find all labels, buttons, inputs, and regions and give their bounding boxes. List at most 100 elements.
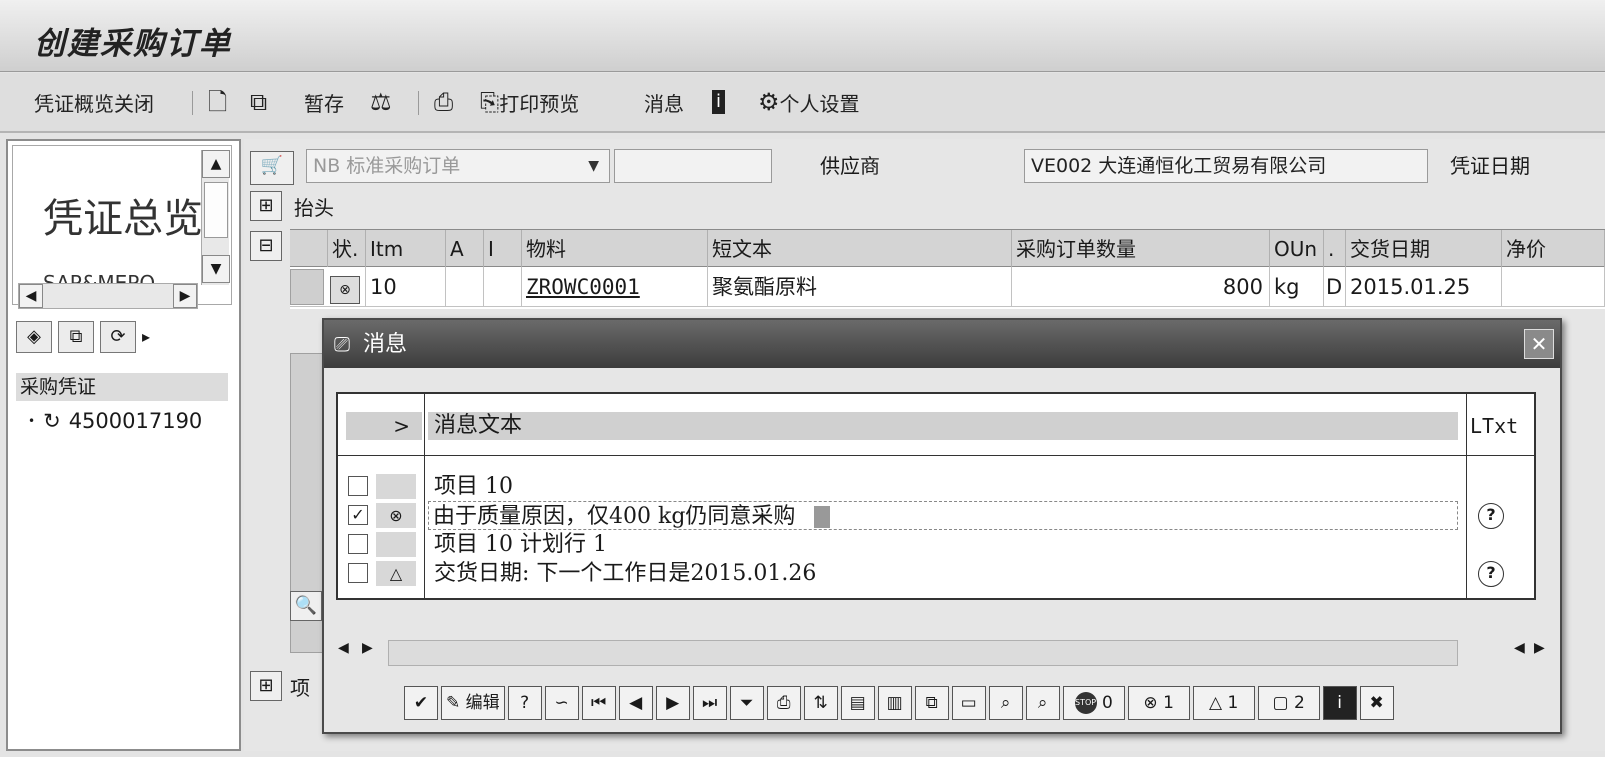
find-icon[interactable]: ⌕ (988, 686, 1023, 720)
cell-short-text[interactable]: 聚氨酯原料 (708, 267, 1012, 307)
long-text-column-header[interactable]: LTxt (1470, 412, 1530, 440)
close-icon[interactable]: ✖ (1359, 686, 1394, 720)
message-checkbox[interactable] (348, 476, 368, 496)
dropdown-arrow-icon[interactable]: ▼ (588, 150, 599, 182)
cell-material[interactable]: ZROWC0001 (522, 267, 708, 307)
col-header[interactable]: A (446, 230, 484, 268)
cell-item[interactable]: 10 (366, 267, 446, 307)
cart-icon[interactable]: 🛒 (250, 151, 294, 185)
detail-icon[interactable]: 🔍 (290, 591, 322, 621)
long-text-help-icon[interactable]: ? (1478, 561, 1504, 587)
message-checkbox[interactable] (348, 534, 368, 554)
item-detail-expand-icon[interactable]: ⊞ (250, 671, 282, 701)
select-all-cell[interactable] (290, 230, 328, 268)
col-header[interactable]: OUn (1270, 230, 1324, 268)
message-row[interactable]: ✓ ⊗ 由于质量原因，仅400 kg仍同意采购 ? (338, 501, 1534, 530)
scroll-left-icon[interactable]: ◀ (1514, 640, 1525, 656)
cell-delivery-date[interactable]: 2015.01.25 (1346, 267, 1502, 307)
cell-date-category[interactable]: D (1324, 267, 1346, 307)
col-header[interactable]: 物料 (522, 230, 708, 268)
confirm-icon[interactable]: ✔ (404, 686, 438, 720)
message-text-column-header[interactable]: 消息文本 (428, 412, 1458, 440)
info-icon[interactable]: i (1322, 686, 1357, 720)
overview-horizontal-scrollbar[interactable]: ◀ ▶ (18, 283, 198, 309)
col-header[interactable]: Itm (366, 230, 446, 268)
print-icon[interactable]: ⎙ (434, 87, 453, 117)
print-preview-button[interactable]: ⎘ 打印预览 (480, 87, 579, 117)
scroll-down-icon[interactable]: ▼ (202, 255, 230, 283)
scroll-right-icon[interactable]: ▶ (173, 284, 197, 308)
message-row[interactable]: 项目 10 计划行 1 (338, 530, 1534, 559)
expand-column-header[interactable]: > (346, 412, 422, 440)
cell-net-price[interactable] (1502, 267, 1605, 307)
first-page-icon[interactable]: ⏮ (581, 686, 616, 720)
print-icon[interactable]: ⎙ (766, 686, 801, 720)
scroll-up-icon[interactable]: ▲ (202, 150, 230, 178)
col-header[interactable]: 净价 (1502, 230, 1605, 268)
find-next-icon[interactable]: ⌕ (1025, 686, 1060, 720)
col-header[interactable]: 交货日期 (1346, 230, 1502, 268)
col-header[interactable]: . (1324, 230, 1346, 268)
warning-messages-button[interactable]: △ 1 (1192, 686, 1255, 720)
message-checkbox[interactable] (348, 563, 368, 583)
next-page-icon[interactable]: ▶ (655, 686, 690, 720)
help-icon[interactable]: ? (507, 686, 542, 720)
col-header[interactable]: I (484, 230, 522, 268)
tree-item-po[interactable]: • ↻ 4500017190 (28, 409, 202, 433)
message-row[interactable]: △ 交货日期: 下一个工作日是2015.01.26 ? (338, 559, 1534, 588)
info-messages-button[interactable]: ▢ 2 (1257, 686, 1320, 720)
message-text: 交货日期: 下一个工作日是2015.01.26 (434, 561, 817, 586)
table-row[interactable]: ⊗ 10 ZROWC0001 聚氨酯原料 800 kg D 2015.01.25 (290, 267, 1605, 307)
sort-icon[interactable]: ⇅ (803, 686, 838, 720)
scroll-right-icon[interactable]: ▶ (1534, 640, 1545, 656)
col-header[interactable]: 采购订单数量 (1012, 230, 1270, 268)
dialog-horizontal-scrollbar[interactable]: ◀ ▶ ◀ ▶ (334, 638, 1552, 668)
scroll-thumb[interactable] (204, 182, 228, 238)
copy-icon[interactable]: ⧉ (58, 321, 94, 353)
doc-overview-close-button[interactable]: 凭证概览关闭 (34, 87, 154, 117)
info-icon[interactable]: i (712, 87, 726, 117)
last-page-icon[interactable]: ⏭ (692, 686, 727, 720)
doc-type-select[interactable]: NB 标准采购订单 ▼ (306, 149, 610, 183)
scroll-left-icon[interactable]: ◀ (19, 284, 43, 308)
overview-vertical-scrollbar[interactable]: ▲ ▼ (201, 150, 230, 285)
save-local-icon[interactable]: ▭ (951, 686, 986, 720)
long-text-help-icon[interactable]: ? (1478, 503, 1504, 529)
scroll-right-icon[interactable]: ▶ (362, 640, 373, 656)
other-document-icon[interactable]: ⧉ (250, 87, 267, 117)
message-row[interactable]: 项目 10 (338, 472, 1534, 501)
previous-page-icon[interactable]: ◀ (618, 686, 653, 720)
edit-button[interactable]: ✎ 编辑 (441, 686, 505, 720)
stop-messages-button[interactable]: STOP 0 (1062, 686, 1125, 720)
technical-info-icon[interactable]: ∽ (544, 686, 579, 720)
copy-icon[interactable]: ⧉ (914, 686, 949, 720)
cell-item-category[interactable] (484, 267, 522, 307)
messages-button[interactable]: 消息 (644, 87, 684, 117)
col-header[interactable]: 状. (328, 230, 366, 268)
error-messages-button[interactable]: ⊗ 1 (1127, 686, 1190, 720)
cell-unit[interactable]: kg (1270, 267, 1324, 307)
more-arrow-icon[interactable]: ▸ (142, 321, 150, 353)
refresh-icon[interactable]: ⟳ (100, 321, 136, 353)
row-selector[interactable] (290, 269, 324, 305)
items-collapse-icon[interactable]: ⊟ (250, 231, 282, 261)
layout-icon[interactable]: ▥ (877, 686, 912, 720)
export-icon[interactable]: ▤ (840, 686, 875, 720)
hold-button[interactable]: 暂存 (304, 87, 344, 117)
cell-account-assignment[interactable] (446, 267, 484, 307)
scroll-track[interactable] (388, 640, 1458, 666)
new-document-icon[interactable]: 🗋 (208, 87, 227, 117)
personal-settings-button[interactable]: ⚙ 个人设置 (758, 87, 860, 117)
doc-number-field[interactable] (614, 149, 772, 183)
message-checkbox[interactable]: ✓ (348, 505, 368, 525)
check-icon[interactable]: ⚖ (370, 87, 392, 117)
col-header[interactable]: 短文本 (708, 230, 1012, 268)
vendor-field[interactable]: VE002 大连通恒化工贸易有限公司 (1024, 149, 1428, 183)
cell-quantity[interactable]: 800 (1012, 267, 1270, 307)
header-expand-icon[interactable]: ⊞ (250, 191, 282, 221)
filter-icon[interactable]: ⏷ (729, 686, 764, 720)
dialog-title-bar: ⎚ 消息 (324, 320, 1560, 368)
close-icon[interactable]: ✕ (1524, 329, 1554, 359)
selection-variant-icon[interactable]: ◈ (16, 321, 52, 353)
scroll-left-icon[interactable]: ◀ (338, 640, 349, 656)
